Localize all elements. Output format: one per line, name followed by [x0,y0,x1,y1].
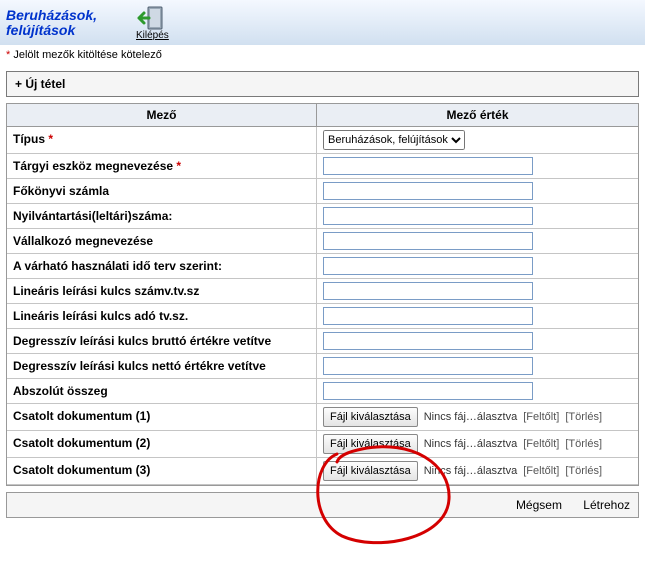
row-degressziv-netto: Degresszív leírási kulcs nettó értékre v… [7,354,638,379]
field-label: Főkönyvi számla [7,179,317,203]
row-fokonyvi: Főkönyvi számla [7,179,638,204]
field-label: Nyilvántartási(leltári)száma: [7,204,317,228]
field-label: Lineáris leírási kulcs adó tv.sz. [7,304,317,328]
field-label: Csatolt dokumentum (2) [7,431,317,457]
column-headers: Mező Mező érték [7,104,638,127]
file-select-button-1[interactable]: Fájl kiválasztása [323,407,418,427]
field-label: Csatolt dokumentum (1) [7,404,317,430]
row-degressziv-brutto: Degresszív leírási kulcs bruttó értékre … [7,329,638,354]
targyi-eszkoz-input[interactable] [323,157,533,175]
file-status-1: Nincs fáj…álasztva [424,411,518,423]
degressziv-brutto-input[interactable] [323,332,533,350]
row-hasznalati-ido: A várható használati idő terv szerint: [7,254,638,279]
abszolut-input[interactable] [323,382,533,400]
row-nyilvantartasi: Nyilvántartási(leltári)száma: [7,204,638,229]
row-linearis-ado: Lineáris leírási kulcs adó tv.sz. [7,304,638,329]
delete-link-2[interactable]: [Törlés] [565,438,602,450]
exit-icon [136,4,168,32]
row-type-label: Típus * [7,127,317,153]
row-vallalkozo: Vállalkozó megnevezése [7,229,638,254]
linearis-ado-input[interactable] [323,307,533,325]
field-label: Degresszív leírási kulcs bruttó értékre … [7,329,317,353]
row-abszolut: Abszolút összeg [7,379,638,404]
upload-link-2[interactable]: [Feltőlt] [523,438,559,450]
linearis-szamv-input[interactable] [323,282,533,300]
field-label: Vállalkozó megnevezése [7,229,317,253]
exit-button[interactable]: Kilépés [136,4,169,41]
actions-bar: Mégsem Létrehoz [6,492,639,518]
row-targyi-eszkoz: Tárgyi eszköz megnevezése * [7,154,638,179]
row-attachment-3: Csatolt dokumentum (3) Fájl kiválasztása… [7,458,638,485]
field-label: Csatolt dokumentum (3) [7,458,317,484]
delete-link-3[interactable]: [Törlés] [565,465,602,477]
exit-label: Kilépés [136,30,169,41]
file-status-3: Nincs fáj…álasztva [424,465,518,477]
create-button[interactable]: Létrehoz [583,498,630,512]
cancel-button[interactable]: Mégsem [516,498,562,512]
vallalkozo-input[interactable] [323,232,533,250]
upload-link-3[interactable]: [Feltőlt] [523,465,559,477]
form-table: Mező Mező érték Típus * Beruházások, fel… [6,103,639,486]
field-label: Tárgyi eszköz megnevezése [13,159,173,173]
type-select[interactable]: Beruházások, felújítások [323,130,465,150]
column-field-label: Mező [7,104,317,126]
file-select-button-2[interactable]: Fájl kiválasztása [323,434,418,454]
row-linearis-szamv: Lineáris leírási kulcs számv.tv.sz [7,279,638,304]
fokonyvi-input[interactable] [323,182,533,200]
row-attachment-1: Csatolt dokumentum (1) Fájl kiválasztása… [7,404,638,431]
column-value-label: Mező érték [317,104,638,126]
degressziv-netto-input[interactable] [323,357,533,375]
new-item-button[interactable]: + Új tétel [6,71,639,97]
row-attachment-2: Csatolt dokumentum (2) Fájl kiválasztása… [7,431,638,458]
upload-link-1[interactable]: [Feltőlt] [523,411,559,423]
delete-link-1[interactable]: [Törlés] [565,411,602,423]
header-bar: Beruházások, felújítások Kilépés [0,0,645,45]
page-title: Beruházások, felújítások [6,8,126,37]
file-select-button-3[interactable]: Fájl kiválasztása [323,461,418,481]
required-note: * Jelölt mezők kitöltése kötelező [0,45,645,65]
field-label: Degresszív leírási kulcs nettó értékre v… [7,354,317,378]
row-type: Típus * Beruházások, felújítások [7,127,638,154]
field-label: Lineáris leírási kulcs számv.tv.sz [7,279,317,303]
nyilvantartasi-input[interactable] [323,207,533,225]
field-label: A várható használati idő terv szerint: [7,254,317,278]
hasznalati-ido-input[interactable] [323,257,533,275]
file-status-2: Nincs fáj…álasztva [424,438,518,450]
field-label: Abszolút összeg [7,379,317,403]
